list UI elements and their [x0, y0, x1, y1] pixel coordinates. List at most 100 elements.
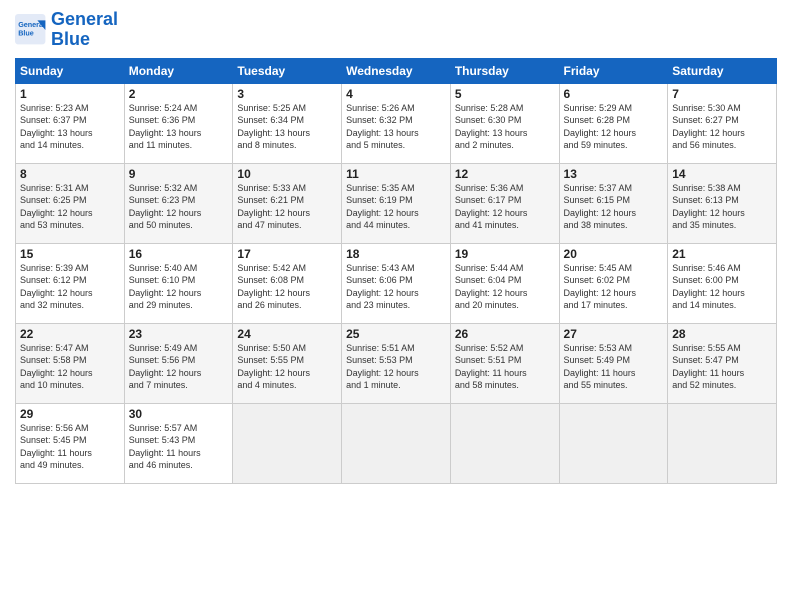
cell-info: Sunrise: 5:24 AMSunset: 6:36 PMDaylight:…: [129, 102, 229, 152]
day-number: 26: [455, 327, 555, 341]
cell-4-1: 30Sunrise: 5:57 AMSunset: 5:43 PMDayligh…: [124, 403, 233, 483]
day-number: 15: [20, 247, 120, 261]
cell-0-1: 2Sunrise: 5:24 AMSunset: 6:36 PMDaylight…: [124, 83, 233, 163]
cell-info: Sunrise: 5:26 AMSunset: 6:32 PMDaylight:…: [346, 102, 446, 152]
cell-4-4: [450, 403, 559, 483]
cell-3-4: 26Sunrise: 5:52 AMSunset: 5:51 PMDayligh…: [450, 323, 559, 403]
cell-info: Sunrise: 5:50 AMSunset: 5:55 PMDaylight:…: [237, 342, 337, 392]
day-number: 4: [346, 87, 446, 101]
cell-info: Sunrise: 5:57 AMSunset: 5:43 PMDaylight:…: [129, 422, 229, 472]
col-friday: Friday: [559, 58, 668, 83]
cell-info: Sunrise: 5:51 AMSunset: 5:53 PMDaylight:…: [346, 342, 446, 392]
logo-text: General Blue: [51, 10, 118, 50]
col-sunday: Sunday: [16, 58, 125, 83]
day-number: 13: [564, 167, 664, 181]
day-number: 18: [346, 247, 446, 261]
cell-info: Sunrise: 5:45 AMSunset: 6:02 PMDaylight:…: [564, 262, 664, 312]
cell-1-5: 13Sunrise: 5:37 AMSunset: 6:15 PMDayligh…: [559, 163, 668, 243]
day-number: 20: [564, 247, 664, 261]
cell-info: Sunrise: 5:35 AMSunset: 6:19 PMDaylight:…: [346, 182, 446, 232]
day-number: 8: [20, 167, 120, 181]
col-wednesday: Wednesday: [342, 58, 451, 83]
logo-icon: General Blue: [15, 14, 47, 46]
cell-info: Sunrise: 5:28 AMSunset: 6:30 PMDaylight:…: [455, 102, 555, 152]
logo-blue: Blue: [51, 29, 90, 49]
cell-4-3: [342, 403, 451, 483]
cell-info: Sunrise: 5:47 AMSunset: 5:58 PMDaylight:…: [20, 342, 120, 392]
cell-info: Sunrise: 5:29 AMSunset: 6:28 PMDaylight:…: [564, 102, 664, 152]
day-number: 22: [20, 327, 120, 341]
cell-3-1: 23Sunrise: 5:49 AMSunset: 5:56 PMDayligh…: [124, 323, 233, 403]
day-number: 17: [237, 247, 337, 261]
svg-text:Blue: Blue: [18, 28, 34, 37]
cell-1-4: 12Sunrise: 5:36 AMSunset: 6:17 PMDayligh…: [450, 163, 559, 243]
week-row-0: 1Sunrise: 5:23 AMSunset: 6:37 PMDaylight…: [16, 83, 777, 163]
cell-info: Sunrise: 5:49 AMSunset: 5:56 PMDaylight:…: [129, 342, 229, 392]
cell-1-3: 11Sunrise: 5:35 AMSunset: 6:19 PMDayligh…: [342, 163, 451, 243]
day-number: 24: [237, 327, 337, 341]
day-number: 12: [455, 167, 555, 181]
header-row: Sunday Monday Tuesday Wednesday Thursday…: [16, 58, 777, 83]
day-number: 14: [672, 167, 772, 181]
cell-2-1: 16Sunrise: 5:40 AMSunset: 6:10 PMDayligh…: [124, 243, 233, 323]
col-tuesday: Tuesday: [233, 58, 342, 83]
day-number: 28: [672, 327, 772, 341]
cell-info: Sunrise: 5:23 AMSunset: 6:37 PMDaylight:…: [20, 102, 120, 152]
cell-1-1: 9Sunrise: 5:32 AMSunset: 6:23 PMDaylight…: [124, 163, 233, 243]
cell-0-4: 5Sunrise: 5:28 AMSunset: 6:30 PMDaylight…: [450, 83, 559, 163]
header: General Blue General Blue: [15, 10, 777, 50]
page: General Blue General Blue Sunday Monday …: [0, 0, 792, 612]
col-saturday: Saturday: [668, 58, 777, 83]
cell-info: Sunrise: 5:31 AMSunset: 6:25 PMDaylight:…: [20, 182, 120, 232]
cell-2-3: 18Sunrise: 5:43 AMSunset: 6:06 PMDayligh…: [342, 243, 451, 323]
cell-3-3: 25Sunrise: 5:51 AMSunset: 5:53 PMDayligh…: [342, 323, 451, 403]
cell-info: Sunrise: 5:53 AMSunset: 5:49 PMDaylight:…: [564, 342, 664, 392]
col-thursday: Thursday: [450, 58, 559, 83]
day-number: 16: [129, 247, 229, 261]
cell-info: Sunrise: 5:38 AMSunset: 6:13 PMDaylight:…: [672, 182, 772, 232]
cell-3-2: 24Sunrise: 5:50 AMSunset: 5:55 PMDayligh…: [233, 323, 342, 403]
cell-info: Sunrise: 5:30 AMSunset: 6:27 PMDaylight:…: [672, 102, 772, 152]
cell-info: Sunrise: 5:43 AMSunset: 6:06 PMDaylight:…: [346, 262, 446, 312]
cell-3-5: 27Sunrise: 5:53 AMSunset: 5:49 PMDayligh…: [559, 323, 668, 403]
day-number: 19: [455, 247, 555, 261]
cell-info: Sunrise: 5:36 AMSunset: 6:17 PMDaylight:…: [455, 182, 555, 232]
cell-info: Sunrise: 5:44 AMSunset: 6:04 PMDaylight:…: [455, 262, 555, 312]
cell-1-0: 8Sunrise: 5:31 AMSunset: 6:25 PMDaylight…: [16, 163, 125, 243]
day-number: 30: [129, 407, 229, 421]
day-number: 10: [237, 167, 337, 181]
week-row-2: 15Sunrise: 5:39 AMSunset: 6:12 PMDayligh…: [16, 243, 777, 323]
cell-2-6: 21Sunrise: 5:46 AMSunset: 6:00 PMDayligh…: [668, 243, 777, 323]
day-number: 5: [455, 87, 555, 101]
logo: General Blue General Blue: [15, 10, 118, 50]
cell-info: Sunrise: 5:39 AMSunset: 6:12 PMDaylight:…: [20, 262, 120, 312]
cell-info: Sunrise: 5:56 AMSunset: 5:45 PMDaylight:…: [20, 422, 120, 472]
day-number: 25: [346, 327, 446, 341]
col-monday: Monday: [124, 58, 233, 83]
cell-0-3: 4Sunrise: 5:26 AMSunset: 6:32 PMDaylight…: [342, 83, 451, 163]
cell-0-0: 1Sunrise: 5:23 AMSunset: 6:37 PMDaylight…: [16, 83, 125, 163]
cell-0-2: 3Sunrise: 5:25 AMSunset: 6:34 PMDaylight…: [233, 83, 342, 163]
cell-2-5: 20Sunrise: 5:45 AMSunset: 6:02 PMDayligh…: [559, 243, 668, 323]
cell-info: Sunrise: 5:52 AMSunset: 5:51 PMDaylight:…: [455, 342, 555, 392]
cell-info: Sunrise: 5:40 AMSunset: 6:10 PMDaylight:…: [129, 262, 229, 312]
cell-4-6: [668, 403, 777, 483]
week-row-4: 29Sunrise: 5:56 AMSunset: 5:45 PMDayligh…: [16, 403, 777, 483]
cell-info: Sunrise: 5:46 AMSunset: 6:00 PMDaylight:…: [672, 262, 772, 312]
cell-info: Sunrise: 5:55 AMSunset: 5:47 PMDaylight:…: [672, 342, 772, 392]
cell-4-0: 29Sunrise: 5:56 AMSunset: 5:45 PMDayligh…: [16, 403, 125, 483]
day-number: 21: [672, 247, 772, 261]
day-number: 6: [564, 87, 664, 101]
day-number: 7: [672, 87, 772, 101]
day-number: 3: [237, 87, 337, 101]
calendar-table: Sunday Monday Tuesday Wednesday Thursday…: [15, 58, 777, 484]
day-number: 29: [20, 407, 120, 421]
cell-info: Sunrise: 5:25 AMSunset: 6:34 PMDaylight:…: [237, 102, 337, 152]
cell-4-2: [233, 403, 342, 483]
cell-info: Sunrise: 5:37 AMSunset: 6:15 PMDaylight:…: [564, 182, 664, 232]
cell-0-6: 7Sunrise: 5:30 AMSunset: 6:27 PMDaylight…: [668, 83, 777, 163]
cell-3-0: 22Sunrise: 5:47 AMSunset: 5:58 PMDayligh…: [16, 323, 125, 403]
cell-info: Sunrise: 5:42 AMSunset: 6:08 PMDaylight:…: [237, 262, 337, 312]
day-number: 1: [20, 87, 120, 101]
cell-2-2: 17Sunrise: 5:42 AMSunset: 6:08 PMDayligh…: [233, 243, 342, 323]
